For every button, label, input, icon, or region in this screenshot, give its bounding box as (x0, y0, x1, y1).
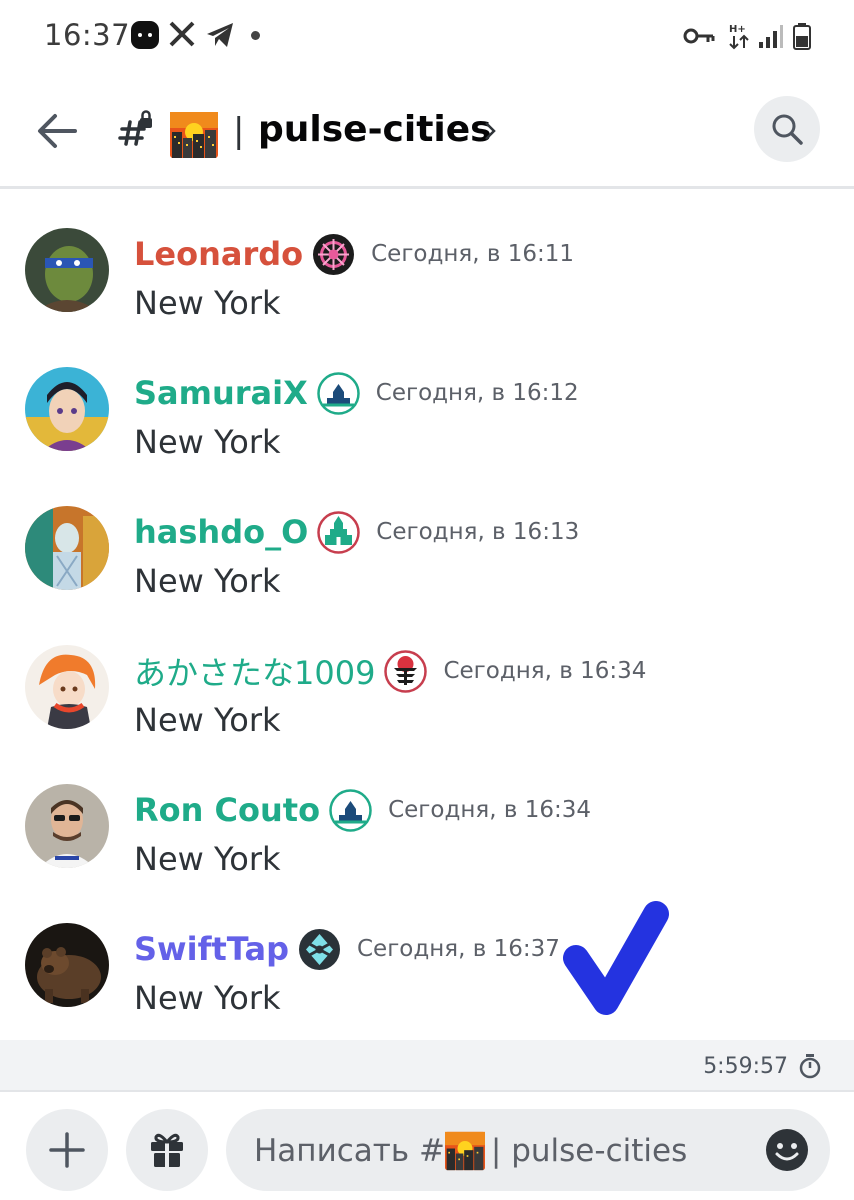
message-timestamp: Сегодня, в 16:37 (357, 936, 560, 962)
message-content: New York (134, 284, 281, 322)
chevron-right-icon[interactable] (483, 120, 497, 142)
locked-channel-hash-icon (118, 110, 152, 146)
message-timestamp: Сегодня, в 16:34 (388, 797, 591, 823)
night-city-emoji (170, 112, 218, 158)
message-input[interactable]: Написать # | pulse-cities (226, 1109, 830, 1191)
username[interactable]: Leonardo (134, 235, 303, 273)
stopwatch-icon (799, 1054, 821, 1079)
message-item[interactable]: Leonardo Сегодня, в 16:11 New York (0, 190, 854, 322)
avatar[interactable] (25, 923, 109, 1007)
username[interactable]: SwiftTap (134, 930, 289, 968)
message-item[interactable]: hashdo_O Сегодня, в 16:13 New York (0, 468, 854, 600)
message-item[interactable]: SamuraiX Сегодня, в 16:12 New York (0, 329, 854, 461)
network-type-icon: H+ (729, 24, 749, 50)
city-emblem-badge-icon (329, 788, 372, 832)
message-content: New York (134, 840, 281, 878)
slowmode-bar: 5:59:57 (0, 1040, 854, 1092)
app-notification-icon (131, 21, 159, 49)
status-time: 16:37 (44, 18, 131, 52)
message-header: あかさたな1009 Сегодня, в 16:34 (134, 648, 647, 694)
avatar[interactable] (25, 506, 109, 590)
message-input-placeholder: Написать # | pulse-cities (254, 1131, 687, 1171)
channel-header: | pulse-cities (0, 72, 854, 189)
night-city-emoji (444, 1131, 485, 1171)
username[interactable]: あかさたな1009 (134, 648, 375, 694)
search-icon (772, 114, 803, 145)
attach-button[interactable] (26, 1109, 108, 1191)
status-bar: 16:37 H+ (0, 0, 854, 72)
x-app-icon (169, 21, 195, 47)
username[interactable]: Ron Couto (134, 791, 320, 829)
avatar[interactable] (25, 645, 109, 729)
vpn-key-icon (683, 28, 715, 44)
bear-avatar-icon (25, 923, 109, 1007)
username[interactable]: hashdo_O (134, 513, 308, 551)
message-content: New York (134, 562, 281, 600)
back-button[interactable] (32, 108, 82, 154)
svg-text:H+: H+ (729, 24, 746, 35)
message-header: hashdo_O Сегодня, в 16:13 (134, 510, 580, 554)
pink-emblem-badge-icon (313, 233, 355, 275)
arrow-left-icon (38, 114, 77, 148)
search-button[interactable] (754, 96, 820, 162)
message-header: SwiftTap Сегодня, в 16:37 (134, 928, 560, 970)
gift-icon (151, 1133, 183, 1167)
message-timestamp: Сегодня, в 16:12 (375, 380, 579, 406)
plus-icon (49, 1132, 85, 1168)
emoji-picker-icon[interactable] (764, 1127, 810, 1173)
message-timestamp: Сегодня, в 16:13 (376, 519, 580, 545)
battery-icon (793, 23, 811, 50)
message-header: Ron Couto Сегодня, в 16:34 (134, 788, 591, 832)
pagoda-emblem-badge-icon (384, 649, 428, 693)
avatar[interactable] (25, 367, 109, 451)
signal-icon (759, 25, 783, 48)
message-header: SamuraiX Сегодня, в 16:12 (134, 371, 579, 415)
message-content: New York (134, 979, 281, 1017)
message-item[interactable]: あかさたな1009 Сегодня, в 16:34 New York (0, 607, 854, 739)
ninja-turtle-avatar-icon (25, 228, 109, 312)
message-content: New York (134, 423, 281, 461)
man-sunglasses-avatar-icon (25, 784, 109, 868)
crystal-emblem-badge-icon (299, 928, 340, 970)
message-content: New York (134, 701, 281, 739)
channel-name[interactable]: pulse-cities (258, 109, 492, 150)
anime-girl-avatar-icon (25, 645, 109, 729)
notification-dot (251, 31, 260, 40)
message-header: Leonardo Сегодня, в 16:11 (134, 233, 575, 275)
gift-button[interactable] (126, 1109, 208, 1191)
message-timestamp: Сегодня, в 16:34 (443, 658, 647, 684)
kremlin-emblem-badge-icon (317, 510, 361, 554)
username[interactable]: SamuraiX (134, 374, 308, 412)
street-character-avatar-icon (25, 506, 109, 590)
slowmode-countdown: 5:59:57 (703, 1054, 788, 1079)
placeholder-prefix: Написать # (254, 1133, 445, 1169)
avatar[interactable] (25, 784, 109, 868)
anime-samurai-avatar-icon (25, 367, 109, 451)
avatar[interactable] (25, 228, 109, 312)
message-composer: Написать # | pulse-cities (0, 1094, 854, 1200)
checkmark-annotation-icon (563, 901, 669, 1015)
placeholder-suffix: | pulse-cities (490, 1133, 688, 1169)
message-item[interactable]: SwiftTap Сегодня, в 16:37 New York (0, 885, 854, 1017)
telegram-icon (207, 23, 233, 47)
message-list[interactable]: Leonardo Сегодня, в 16:11 New York Samur… (0, 190, 854, 1040)
channel-separator: | (233, 111, 245, 151)
city-emblem-badge-icon (317, 371, 360, 415)
message-item[interactable]: Ron Couto Сегодня, в 16:34 New York (0, 746, 854, 878)
message-timestamp: Сегодня, в 16:11 (371, 241, 575, 267)
